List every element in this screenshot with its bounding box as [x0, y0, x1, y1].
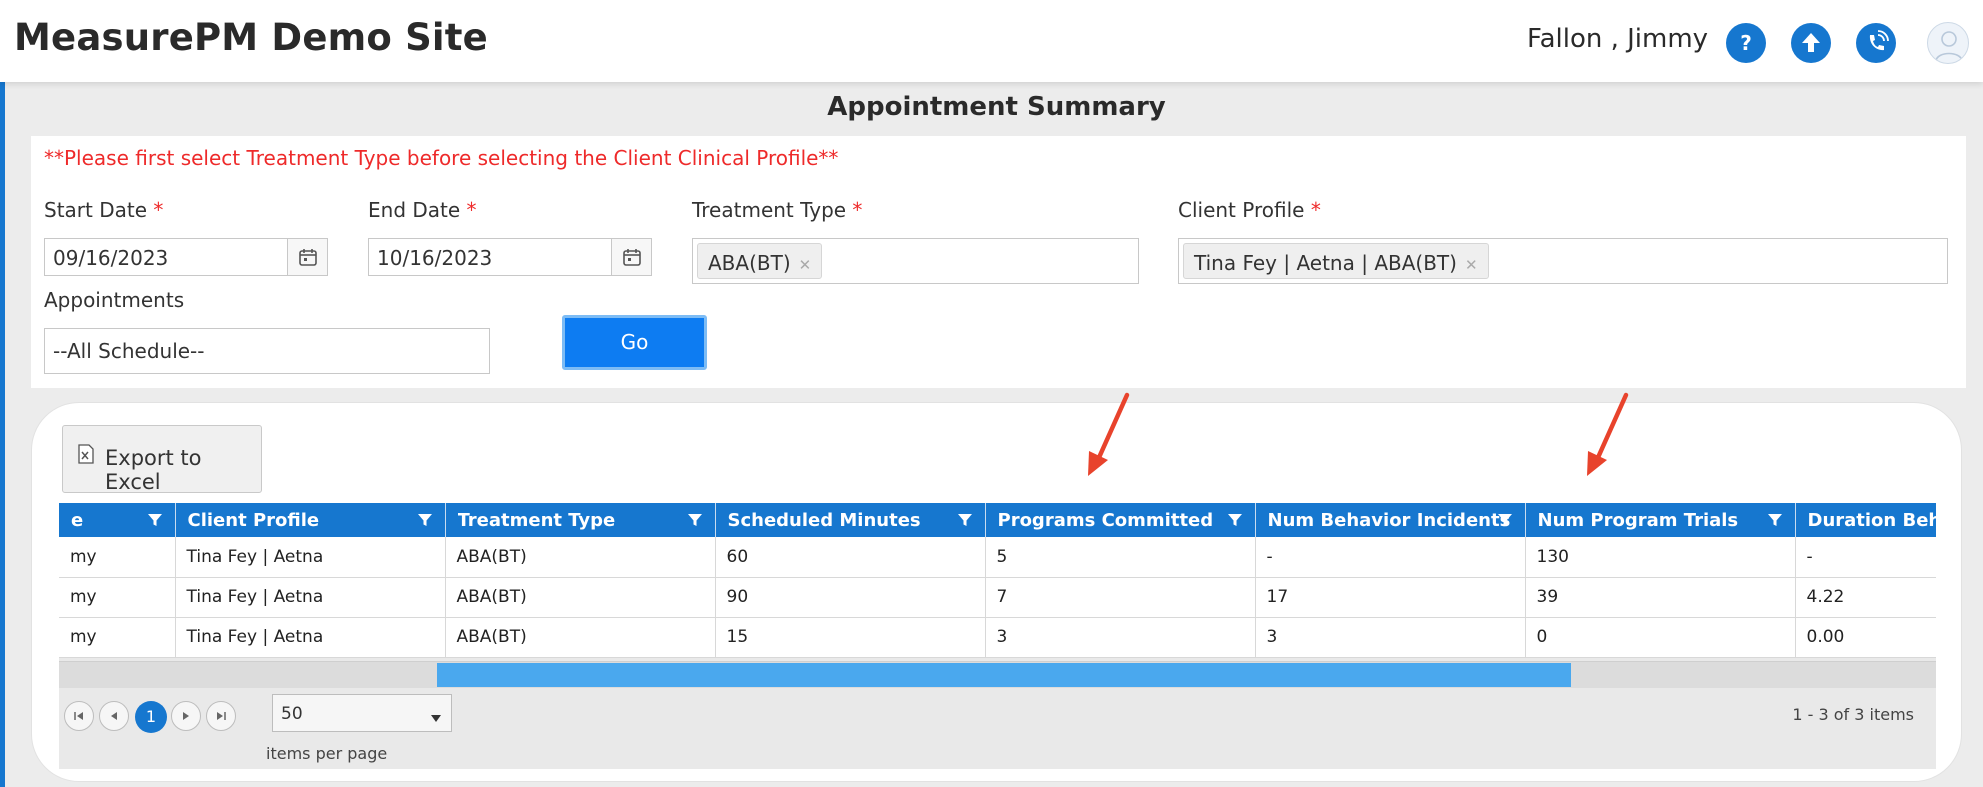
items-per-page-label: items per page [266, 744, 388, 763]
top-bar: MeasurePM Demo Site Fallon , Jimmy ? [0, 0, 1983, 82]
table-cell: 7 [985, 577, 1256, 618]
remove-chip-icon[interactable]: ✕ [1465, 256, 1478, 274]
filter-icon[interactable] [1227, 512, 1243, 533]
table-cell: 0.00 [1795, 617, 1936, 658]
end-date-field[interactable]: 10/16/2023 [368, 238, 652, 276]
warning-message: **Please first select Treatment Type bef… [44, 146, 839, 170]
appointments-select[interactable]: --All Schedule-- [44, 328, 490, 374]
table-cell: 130 [1525, 537, 1796, 578]
svg-text:?: ? [1740, 31, 1752, 55]
page-size-select[interactable]: 50 [272, 694, 452, 732]
pager: 1 50 items per page 1 - 3 of 3 items [59, 689, 1936, 769]
table-cell: 90 [715, 577, 986, 618]
table-cell: 60 [715, 537, 986, 578]
horizontal-scrollbar[interactable] [59, 661, 1936, 688]
filter-icon[interactable] [147, 512, 163, 533]
treatment-type-chip[interactable]: ABA(BT) ✕ [697, 243, 823, 279]
left-accent-bar [0, 82, 5, 787]
calendar-icon[interactable] [611, 239, 651, 275]
table-cell: 39 [1525, 577, 1796, 618]
filter-icon[interactable] [957, 512, 973, 533]
user-name[interactable]: Fallon , Jimmy [1527, 24, 1708, 54]
table-cell: 4.22 [1795, 577, 1936, 618]
table-row[interactable]: my Tina Fey | Aetna ABA(BT) 15 3 3 0 0.0… [59, 617, 1936, 658]
start-date-field[interactable]: 09/16/2023 [44, 238, 328, 276]
excel-file-icon [78, 444, 94, 469]
table-cell: my [59, 617, 176, 658]
table-cell: 5 [985, 537, 1256, 578]
next-page-icon[interactable] [171, 701, 201, 731]
calendar-icon[interactable] [287, 239, 327, 275]
table-cell: 17 [1255, 577, 1526, 618]
column-header-num-program-trials[interactable]: Num Program Trials [1525, 503, 1796, 537]
treatment-type-multiselect[interactable]: ABA(BT) ✕ [692, 238, 1139, 284]
user-avatar-icon[interactable] [1927, 22, 1969, 64]
client-profile-multiselect[interactable]: Tina Fey | Aetna | ABA(BT) ✕ [1178, 238, 1948, 284]
filter-icon[interactable] [687, 512, 703, 533]
table-cell: ABA(BT) [445, 617, 716, 658]
table-cell: 3 [1255, 617, 1526, 658]
column-header-num-behavior-incidents[interactable]: Num Behavior Incidents [1255, 503, 1526, 537]
page-title: Appointment Summary [827, 92, 1166, 122]
table-row[interactable]: my Tina Fey | Aetna ABA(BT) 60 5 - 130 - [59, 537, 1936, 578]
table-row[interactable]: my Tina Fey | Aetna ABA(BT) 90 7 17 39 4… [59, 577, 1936, 618]
remove-chip-icon[interactable]: ✕ [799, 256, 812, 274]
column-header-treatment-type[interactable]: Treatment Type [445, 503, 716, 537]
column-header-e[interactable]: e [59, 503, 176, 537]
table-cell: Tina Fey | Aetna [175, 577, 446, 618]
client-profile-label: Client Profile * [1178, 198, 1321, 222]
table-cell: Tina Fey | Aetna [175, 537, 446, 578]
table-cell: Tina Fey | Aetna [175, 617, 446, 658]
start-date-label: Start Date * [44, 198, 164, 222]
pager-info: 1 - 3 of 3 items [1792, 705, 1914, 724]
table-cell: - [1795, 537, 1936, 578]
table-cell: my [59, 577, 176, 618]
scrollbar-thumb[interactable] [437, 663, 1571, 687]
appointment-table: e Client Profile Treatment Type Schedule… [59, 503, 1936, 658]
first-page-icon[interactable] [64, 701, 94, 731]
end-date-label: End Date * [368, 198, 477, 222]
table-header-row: e Client Profile Treatment Type Schedule… [59, 503, 1936, 537]
column-header-client-profile[interactable]: Client Profile [175, 503, 446, 537]
table-cell: my [59, 537, 176, 578]
table-cell: ABA(BT) [445, 537, 716, 578]
table-cell: 0 [1525, 617, 1796, 658]
current-page-button[interactable]: 1 [135, 701, 167, 733]
client-profile-chip[interactable]: Tina Fey | Aetna | ABA(BT) ✕ [1183, 243, 1489, 279]
filter-icon[interactable] [1497, 512, 1513, 533]
help-icon[interactable]: ? [1726, 23, 1766, 63]
last-page-icon[interactable] [206, 701, 236, 731]
appointment-grid: e Client Profile Treatment Type Schedule… [59, 503, 1936, 769]
filter-icon[interactable] [417, 512, 433, 533]
column-header-programs-committed[interactable]: Programs Committed [985, 503, 1256, 537]
treatment-type-label: Treatment Type * [692, 198, 863, 222]
dropdown-caret-icon [431, 708, 441, 728]
column-header-scheduled-minutes[interactable]: Scheduled Minutes [715, 503, 986, 537]
table-cell: - [1255, 537, 1526, 578]
app-title: MeasurePM Demo Site [14, 16, 488, 59]
results-card: Export to Excel e Client Profile Treatme… [31, 402, 1962, 782]
table-cell: 15 [715, 617, 986, 658]
previous-page-icon[interactable] [99, 701, 129, 731]
appointments-label: Appointments [44, 288, 185, 312]
filter-form: **Please first select Treatment Type bef… [31, 136, 1966, 388]
export-to-excel-button[interactable]: Export to Excel [62, 425, 262, 494]
table-cell: ABA(BT) [445, 577, 716, 618]
column-header-duration-behavior[interactable]: Duration Behav [1795, 503, 1936, 537]
phone-icon[interactable] [1856, 23, 1896, 63]
filter-icon[interactable] [1767, 512, 1783, 533]
upload-icon[interactable] [1791, 23, 1831, 63]
go-button[interactable]: Go [562, 315, 707, 370]
table-cell: 3 [985, 617, 1256, 658]
